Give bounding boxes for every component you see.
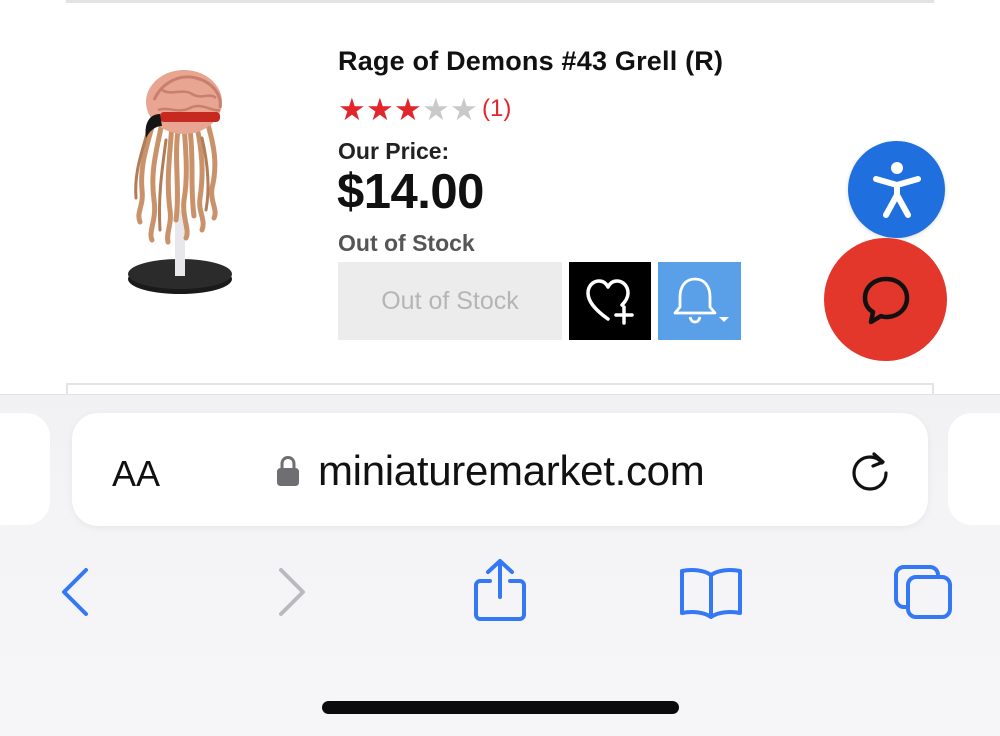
chat-icon bbox=[862, 276, 909, 324]
product-title[interactable]: Rage of Demons #43 Grell (R) bbox=[338, 46, 723, 77]
product-image[interactable] bbox=[62, 60, 307, 315]
star-icon: ★ bbox=[422, 91, 450, 127]
product-divider bbox=[66, 0, 934, 3]
aa-label: AA bbox=[112, 453, 161, 494]
product-rating[interactable]: ★ ★ ★ ★ ★ (1) bbox=[338, 92, 511, 126]
url-text[interactable]: miniaturemarket.com bbox=[318, 447, 705, 495]
star-icon: ★ bbox=[366, 91, 394, 127]
star-icon: ★ bbox=[338, 91, 366, 127]
add-to-wishlist-button[interactable] bbox=[569, 262, 651, 340]
product-price: $14.00 bbox=[337, 165, 484, 219]
next-tab-preview[interactable] bbox=[948, 413, 1000, 525]
stock-alert-button[interactable] bbox=[658, 262, 741, 340]
rating-stars: ★ ★ ★ ★ ★ bbox=[338, 94, 478, 125]
stock-status: Out of Stock bbox=[338, 230, 475, 256]
out-of-stock-button: Out of Stock bbox=[338, 262, 562, 340]
previous-tab-preview[interactable] bbox=[0, 413, 50, 525]
home-indicator[interactable] bbox=[322, 701, 679, 714]
share-icon[interactable] bbox=[472, 557, 528, 623]
chat-button[interactable] bbox=[824, 238, 947, 361]
heart-plus-icon bbox=[586, 279, 634, 325]
lock-icon bbox=[277, 455, 299, 486]
back-icon[interactable] bbox=[58, 566, 92, 618]
bookmarks-icon[interactable] bbox=[678, 565, 744, 619]
accessibility-icon bbox=[872, 161, 921, 218]
price-label: Our Price: bbox=[338, 138, 450, 164]
review-count[interactable]: (1) bbox=[482, 95, 511, 123]
accessibility-button[interactable] bbox=[848, 141, 945, 238]
bell-icon bbox=[673, 277, 729, 324]
star-icon: ★ bbox=[394, 91, 422, 127]
forward-icon[interactable] bbox=[275, 566, 309, 618]
page-settings-button[interactable]: AA bbox=[112, 453, 160, 495]
tabs-icon[interactable] bbox=[892, 563, 954, 621]
reload-icon[interactable] bbox=[849, 449, 893, 495]
star-icon: ★ bbox=[450, 91, 478, 127]
